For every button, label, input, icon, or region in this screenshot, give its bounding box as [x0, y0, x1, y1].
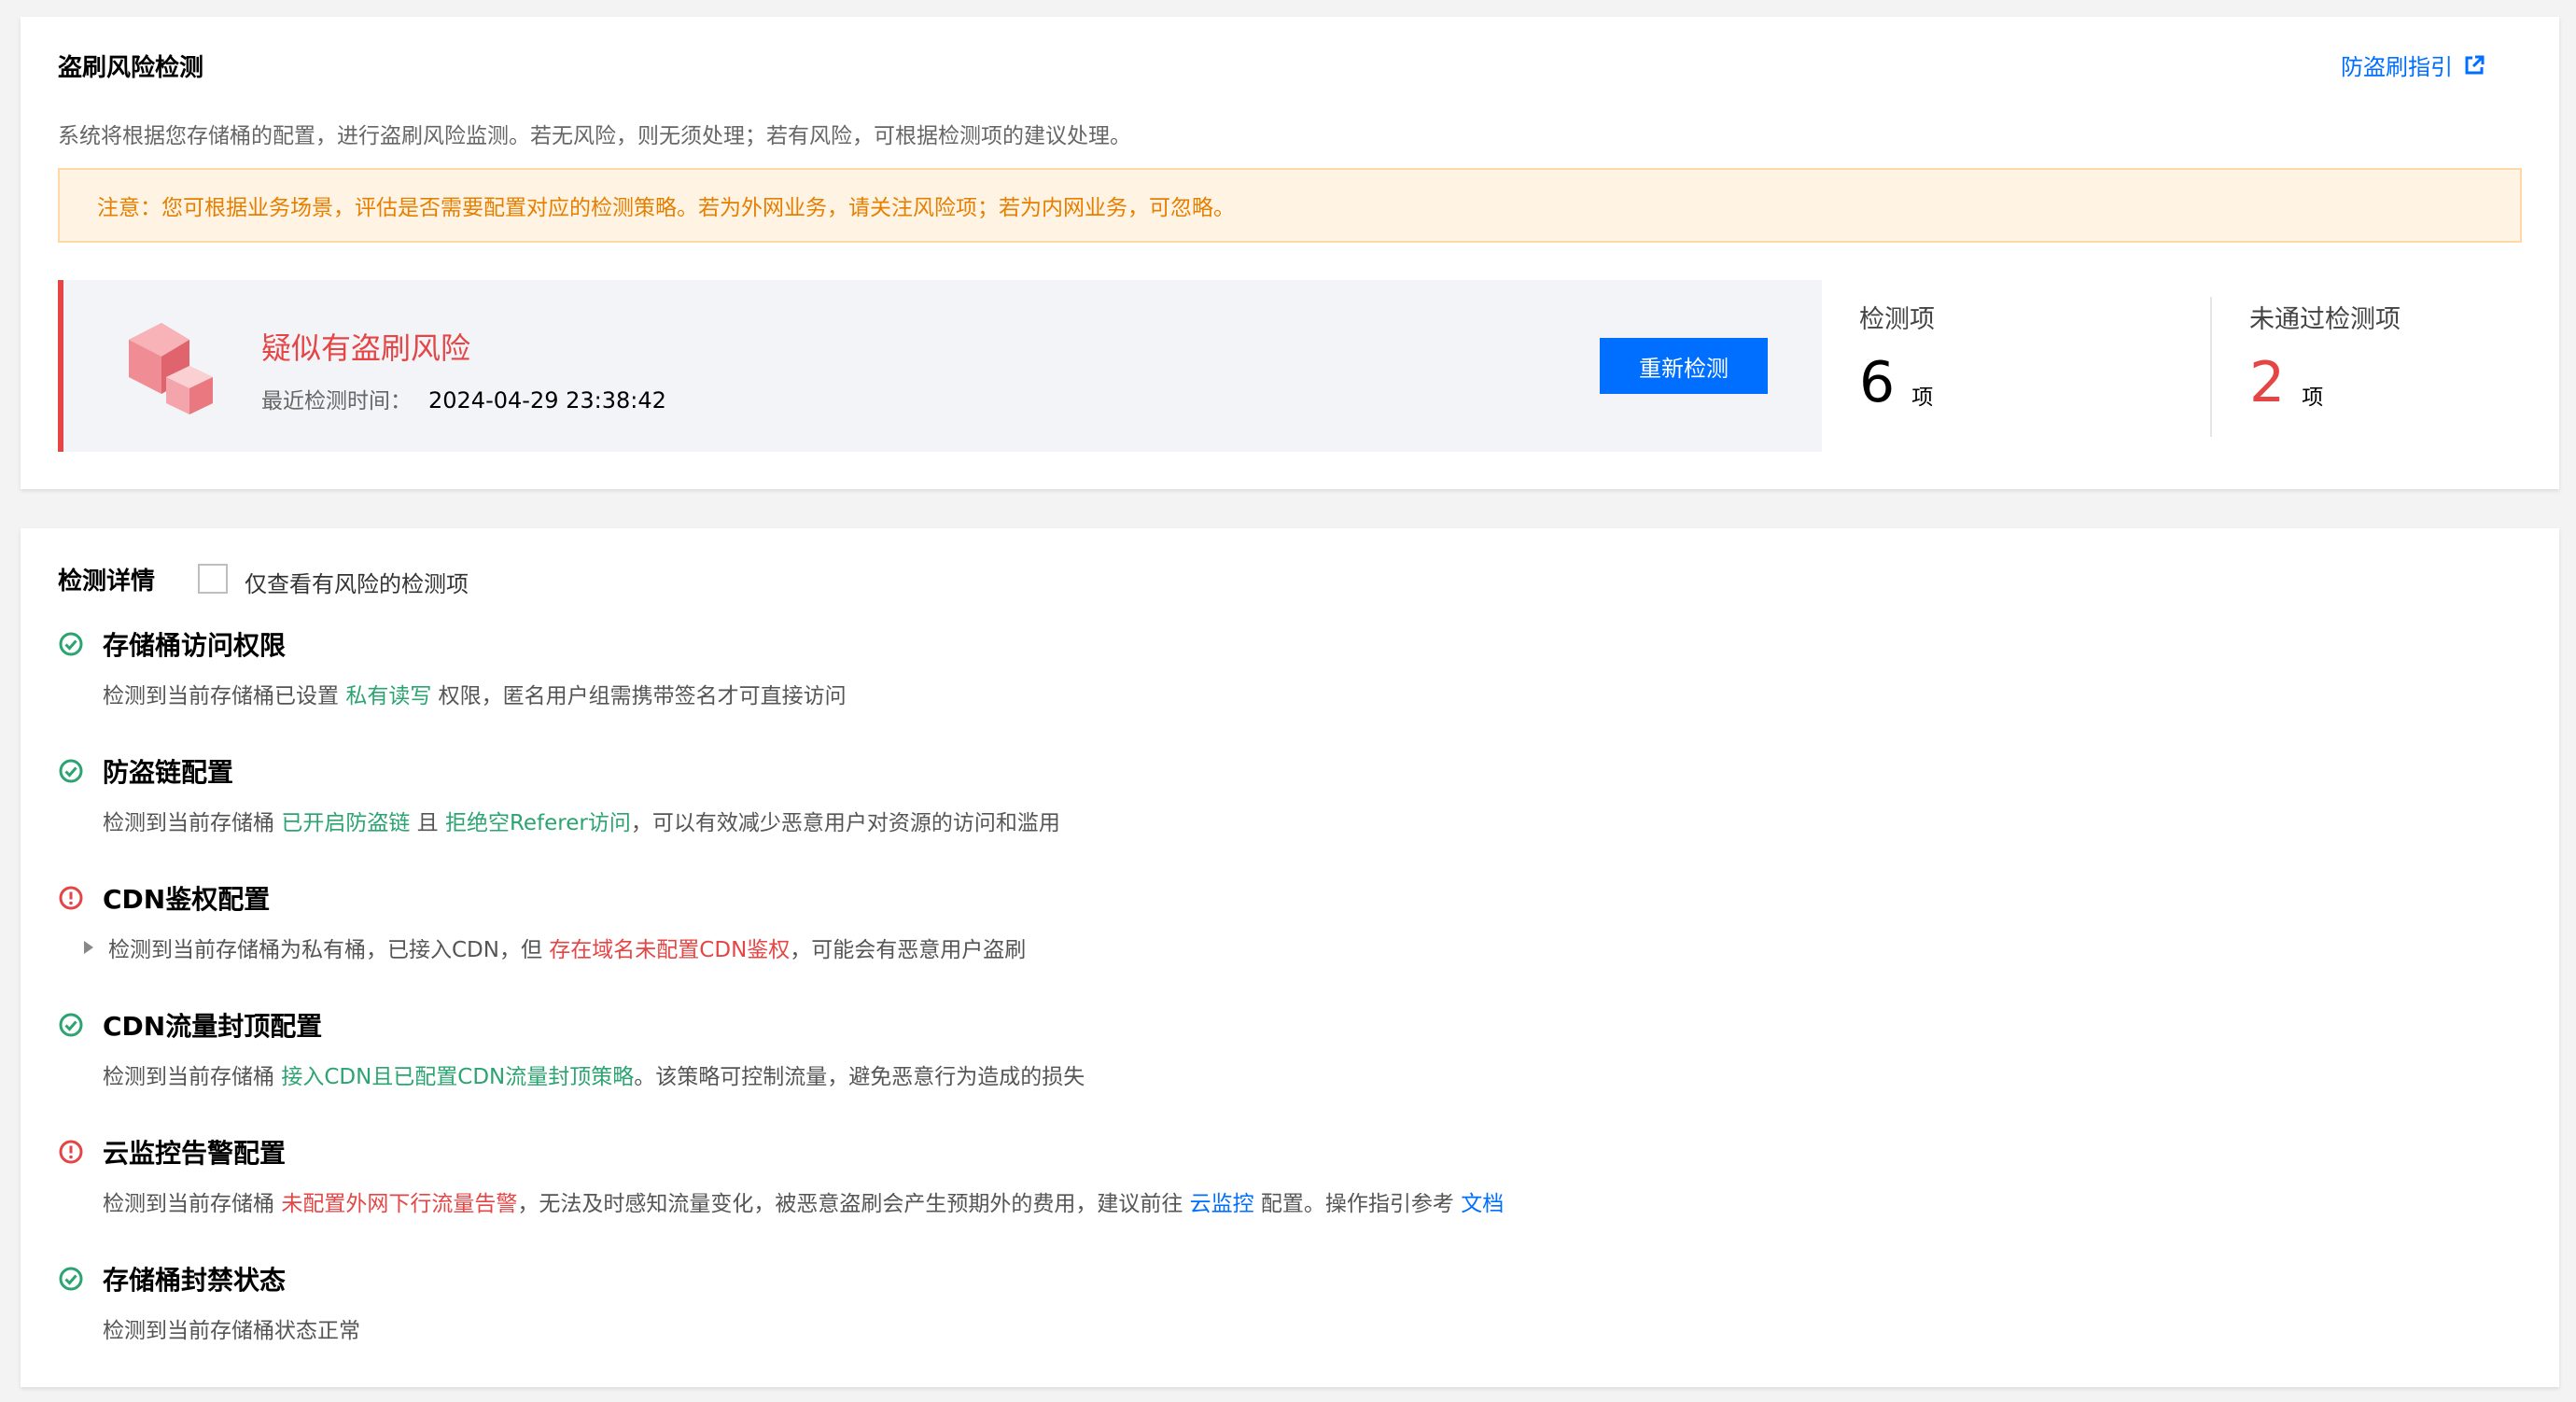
check-item-desc-expandable[interactable]: 检测到当前存储桶为私有桶，已接入CDN，但 存在域名未配置CDN鉴权 ，可能会有恶… [77, 932, 1026, 963]
time-label: 最近检测时间： [261, 389, 412, 414]
desc-text: 检测到当前存储桶为私有桶，已接入CDN，但 [108, 938, 550, 962]
check-item-hotlink-protection: 防盗链配置 检测到当前存储桶 已开启防盗链 且 拒绝空Referer访问 ，可以有… [58, 752, 2485, 874]
details-title: 检测详情 [58, 568, 156, 596]
risk-only-checkbox[interactable] [198, 564, 228, 594]
notice-banner: 注意：您可根据业务场景，评估是否需要配置对应的检测策略。若为外网业务，请关注风险… [58, 168, 2522, 243]
warning-circle-icon [59, 886, 83, 910]
risk-detection-card: 盗刷风险检测 防盗刷指引 系统将根据您存储桶的配置，进行盗刷风险监测。若无风险，… [21, 17, 2559, 489]
page-description: 系统将根据您存储桶的配置，进行盗刷风险监测。若无风险，则无须处理；若有风险，可根… [58, 124, 1131, 148]
risk-cube-icon [129, 323, 213, 414]
guide-link-label: 防盗刷指引 [2341, 54, 2453, 80]
total-items-label: 检测项 [1859, 305, 1935, 334]
desc-text: 。该策略可控制流量，避免恶意行为造成的损失 [634, 1065, 1085, 1089]
last-detection-time: 最近检测时间： 2024-04-29 23:38:42 [261, 383, 666, 414]
page-title: 盗刷风险检测 [58, 54, 204, 82]
check-item-desc: 检测到当前存储桶 未配置外网下行流量告警 ，无法及时感知流量变化，被恶意盗刷会产生… [103, 1185, 1504, 1217]
expand-caret-icon[interactable] [84, 941, 93, 954]
failed-items-count: 2 [2249, 350, 2286, 415]
desc-highlight: 已开启防盗链 [281, 811, 411, 835]
check-circle-icon [59, 1013, 83, 1037]
desc-text: ，无法及时感知流量变化，被恶意盗刷会产生预期外的费用，建议前往 [517, 1192, 1190, 1216]
desc-text: ，可以有效减少恶意用户对资源的访问和滥用 [630, 811, 1060, 835]
detection-details-card: 检测详情 仅查看有风险的检测项 存储桶访问权限 检测到当前存储桶已设置 私有读写… [21, 528, 2559, 1387]
warning-circle-icon [59, 1140, 83, 1164]
check-item-desc: 检测到当前存储桶状态正常 [103, 1312, 360, 1344]
recheck-button[interactable]: 重新检测 [1600, 338, 1768, 394]
check-item-desc: 检测到当前存储桶 已开启防盗链 且 拒绝空Referer访问 ，可以有效减少恶意用… [103, 805, 1060, 836]
check-item-desc: 检测到当前存储桶 接入CDN且已配置CDN流量封顶策略 。该策略可控制流量，避免恶… [103, 1059, 1085, 1090]
desc-text: 检测到当前存储桶 [103, 1065, 282, 1089]
check-circle-icon [59, 759, 83, 783]
total-items-count: 6 [1859, 350, 1896, 415]
risk-status-title: 疑似有盗刷风险 [261, 330, 471, 366]
failed-items-label: 未通过检测项 [2249, 305, 2401, 334]
desc-text: 配置。操作指引参考 [1253, 1192, 1462, 1216]
check-item-cdn-traffic-cap: CDN流量封顶配置 检测到当前存储桶 接入CDN且已配置CDN流量封顶策略 。该策… [58, 1006, 2485, 1128]
total-items-unit: 项 [1911, 386, 1934, 410]
check-item-desc: 检测到当前存储桶已设置 私有读写 权限，匿名用户组需携带签名才可直接访问 [103, 678, 847, 709]
cloud-monitor-link[interactable]: 云监控 [1190, 1185, 1254, 1217]
check-item-title: CDN流量封顶配置 [103, 1011, 323, 1042]
check-circle-icon [59, 1267, 83, 1291]
check-item-title: 防盗链配置 [103, 757, 234, 788]
time-value: 2024-04-29 23:38:42 [428, 387, 666, 414]
risk-only-label[interactable]: 仅查看有风险的检测项 [245, 566, 469, 598]
desc-text: 检测到当前存储桶状态正常 [103, 1319, 360, 1343]
desc-text: ，可能会有恶意用户盗刷 [790, 938, 1027, 962]
desc-risk-highlight: 存在域名未配置CDN鉴权 [549, 938, 791, 962]
desc-risk-highlight: 未配置外网下行流量告警 [281, 1192, 518, 1216]
notice-text: 注意：您可根据业务场景，评估是否需要配置对应的检测策略。若为外网业务，请关注风险… [97, 196, 1235, 220]
desc-highlight: 私有读写 [345, 684, 432, 708]
stat-divider [2210, 297, 2212, 437]
check-item-title: CDN鉴权配置 [103, 884, 271, 915]
anti-theft-guide-link[interactable]: 防盗刷指引 [2341, 49, 2485, 81]
desc-text: 检测到当前存储桶已设置 [103, 684, 346, 708]
desc-highlight: 接入CDN且已配置CDN流量封顶策略 [281, 1065, 635, 1089]
failed-items-stat: 2 项 [2249, 355, 2323, 411]
desc-text: 权限，匿名用户组需携带签名才可直接访问 [431, 684, 847, 708]
external-link-icon [2465, 55, 2485, 74]
check-item-title: 云监控告警配置 [103, 1138, 287, 1169]
desc-text: 检测到当前存储桶 [103, 1192, 282, 1216]
check-circle-icon [59, 632, 83, 656]
total-items-stat: 6 项 [1859, 355, 1933, 411]
check-item-cloud-monitor-alarm: 云监控告警配置 检测到当前存储桶 未配置外网下行流量告警 ，无法及时感知流量变化，… [58, 1133, 2485, 1255]
desc-highlight: 拒绝空Referer访问 [444, 811, 631, 835]
failed-items-unit: 项 [2302, 386, 2324, 410]
desc-text: 且 [410, 811, 445, 835]
check-item-bucket-access: 存储桶访问权限 检测到当前存储桶已设置 私有读写 权限，匿名用户组需携带签名才可… [58, 625, 2485, 747]
doc-link[interactable]: 文档 [1461, 1185, 1504, 1217]
detection-status-panel: 疑似有盗刷风险 最近检测时间： 2024-04-29 23:38:42 重新检测 [58, 280, 1822, 452]
check-item-title: 存储桶访问权限 [103, 630, 287, 661]
check-item-title: 存储桶封禁状态 [103, 1265, 287, 1296]
desc-text: 检测到当前存储桶 [103, 811, 282, 835]
check-item-bucket-ban-status: 存储桶封禁状态 检测到当前存储桶状态正常 [58, 1260, 2485, 1381]
check-item-cdn-auth: CDN鉴权配置 检测到当前存储桶为私有桶，已接入CDN，但 存在域名未配置CDN… [58, 879, 2485, 1001]
